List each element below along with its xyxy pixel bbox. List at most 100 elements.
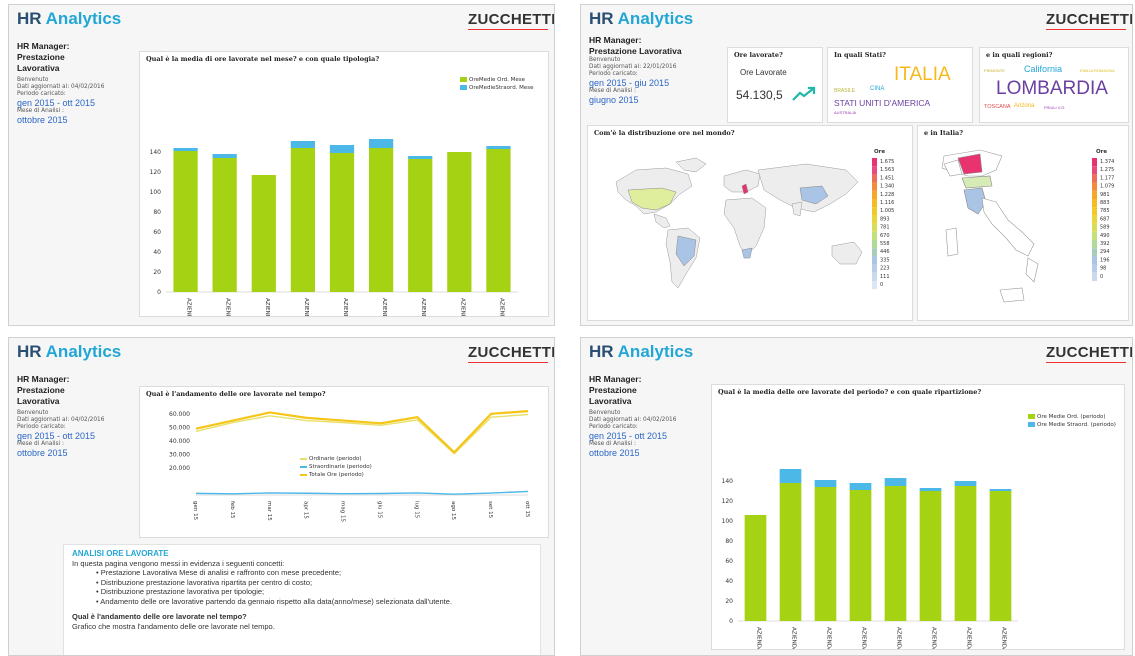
analysis-month[interactable]: ottobre 2015 <box>17 448 137 458</box>
y-tick-label: 60.000 <box>169 411 190 418</box>
legend-value: 1.116 <box>880 200 894 206</box>
y-tick-label: 140 <box>150 149 162 156</box>
word-piemonte[interactable]: PIEMONTE <box>984 68 1005 73</box>
description-question: Qual è l'andamento delle ore lavorate ne… <box>72 612 247 621</box>
word-italia[interactable]: ITALIA <box>894 64 951 86</box>
app-title: HR Analytics <box>17 9 121 29</box>
legend-value: 1.228 <box>880 192 894 198</box>
hours-kpi-card: Ore lavorate? Ore Lavorate 54.130,5 <box>727 47 823 123</box>
legend-color-swatch <box>1092 223 1097 232</box>
word-friuli[interactable]: FRIULI V.G. <box>1044 105 1065 110</box>
x-tick-label: giu 15 <box>376 501 382 519</box>
region-europe <box>723 169 761 193</box>
legend-value: 196 <box>1100 257 1110 263</box>
loaded-period[interactable]: gen 2015 - ott 2015 <box>589 431 709 441</box>
y-tick-label: 120 <box>722 498 734 505</box>
line-chart-trend: 20.000 30.000 40.000 50.000 60.000 gen 15 feb … <box>169 410 530 522</box>
word-lombardia[interactable]: LOMBARDIA <box>996 78 1108 100</box>
loaded-period-label: Periodo caricato: <box>589 71 638 77</box>
loaded-period-label: Periodo caricato: <box>17 91 66 97</box>
app-title-analytics: Analytics <box>45 342 122 361</box>
legend-value: 1.275 <box>1100 167 1114 173</box>
legend-value: 785 <box>1100 208 1110 214</box>
x-tick-label: AZIENDA 6 <box>931 627 937 649</box>
legend-color-swatch <box>1092 215 1097 224</box>
bar-overtime <box>954 481 977 486</box>
legend-color-swatch <box>872 272 877 281</box>
bar-ordinary <box>779 483 802 621</box>
bar-overtime <box>290 141 316 148</box>
word-stati-uniti[interactable]: STATI UNITI D'AMERICA <box>834 98 930 108</box>
analysis-month[interactable]: ottobre 2015 <box>17 115 137 125</box>
y-tick-label: 80 <box>725 538 733 545</box>
bar-ordinary <box>884 486 907 621</box>
y-tick-label: 80 <box>153 209 161 216</box>
app-title-hr: HR <box>589 342 614 361</box>
welcome-text: Benvenuto <box>589 410 621 416</box>
legend-color-swatch <box>872 158 877 167</box>
logo-underline <box>1046 362 1126 366</box>
series-line-total <box>195 410 529 454</box>
legend-value: 1.374 <box>1100 159 1114 165</box>
logo-text: ZUCCHETTI <box>468 11 555 28</box>
bar-overtime <box>486 146 511 149</box>
word-arizona[interactable]: Arizona <box>1014 103 1034 109</box>
word-australia[interactable]: AUSTRALIA <box>834 110 856 115</box>
world-map[interactable] <box>596 142 886 312</box>
y-tick-label: 60 <box>725 558 733 565</box>
bar-overtime <box>368 139 394 148</box>
kpi-title: Ore lavorate? <box>734 51 783 59</box>
loaded-period-label: Periodo caricato: <box>589 424 638 430</box>
loaded-period[interactable]: gen 2015 - giu 2015 <box>589 78 729 88</box>
legend-value: 335 <box>880 257 890 263</box>
x-tick-label: AZIENDA 3 <box>264 298 270 316</box>
word-toscana[interactable]: TOSCANA <box>984 104 1011 110</box>
logo-underline <box>1046 29 1126 33</box>
description-title: ANALISI ORE LAVORATE <box>72 549 169 558</box>
y-tick-label: 100 <box>150 189 162 196</box>
legend-color-swatch <box>872 223 877 232</box>
legend-value: 98 <box>1100 266 1106 272</box>
loaded-period[interactable]: gen 2015 - ott 2015 <box>17 431 137 441</box>
word-emilia-romagna[interactable]: EMILIA ROMAGNA <box>1080 68 1115 73</box>
word-brasile[interactable]: BRASILE <box>834 88 855 94</box>
x-tick-label: set 15 <box>487 501 493 519</box>
region-south-africa <box>741 247 753 259</box>
welcome-text: Benvenuto <box>17 410 49 416</box>
legend-value: 0 <box>1100 274 1103 280</box>
region-sardegna <box>945 227 959 257</box>
legend-color-swatch <box>872 248 877 257</box>
legend-color-swatch <box>1092 158 1097 167</box>
word-california[interactable]: California <box>1024 64 1062 74</box>
bar-overtime <box>919 488 942 491</box>
updated-date: Dati aggiornati al: 04/02/2016 <box>589 417 677 423</box>
italy-map[interactable] <box>924 142 1064 312</box>
x-tick-label: AZIENDA 4 <box>303 298 309 316</box>
word-cina[interactable]: CINA <box>870 86 884 92</box>
bar-ordinary <box>989 491 1012 621</box>
legend-value: 589 <box>1100 225 1110 231</box>
legend-value: 1.563 <box>880 167 894 173</box>
description-intro: In questa pagina vengono messi in eviden… <box>72 558 285 568</box>
updated-date: Dati aggiornati al: 22/01/2016 <box>589 64 677 70</box>
legend-color-swatch <box>872 207 877 216</box>
updated-date: Dati aggiornati al: 04/02/2016 <box>17 84 105 90</box>
bar-overtime <box>212 154 237 158</box>
loaded-period[interactable]: gen 2015 - ott 2015 <box>17 98 137 108</box>
legend-color-swatch <box>1092 248 1097 257</box>
manager-label: HR Manager: <box>589 35 642 45</box>
world-legend-title: Ore <box>874 149 886 155</box>
trend-up-icon <box>792 86 816 101</box>
legend-value: 1.177 <box>1100 175 1114 181</box>
x-tick-label: AZIENDA 1 <box>186 298 192 316</box>
dashboard-panel-monthly-average: HR Analytics ZUCCHETTI HR Manager: Prest… <box>8 4 555 326</box>
italy-color-legend: 1.374 1.275 1.177 1.079 981 883 785 687 589 490 39… <box>1092 158 1114 281</box>
description-item: • Distribuzione prestazione lavorativa p… <box>96 587 265 596</box>
x-tick-label: AZIENDA 5 <box>342 298 348 316</box>
logo-text: ZUCCHETTI <box>1046 344 1133 361</box>
x-tick-label: AZIENDA 1 <box>756 627 762 649</box>
analysis-month[interactable]: ottobre 2015 <box>589 448 709 458</box>
analysis-month[interactable]: giugno 2015 <box>589 95 729 105</box>
legend-value: 1.079 <box>1100 184 1114 190</box>
legend-color-swatch <box>1092 199 1097 208</box>
